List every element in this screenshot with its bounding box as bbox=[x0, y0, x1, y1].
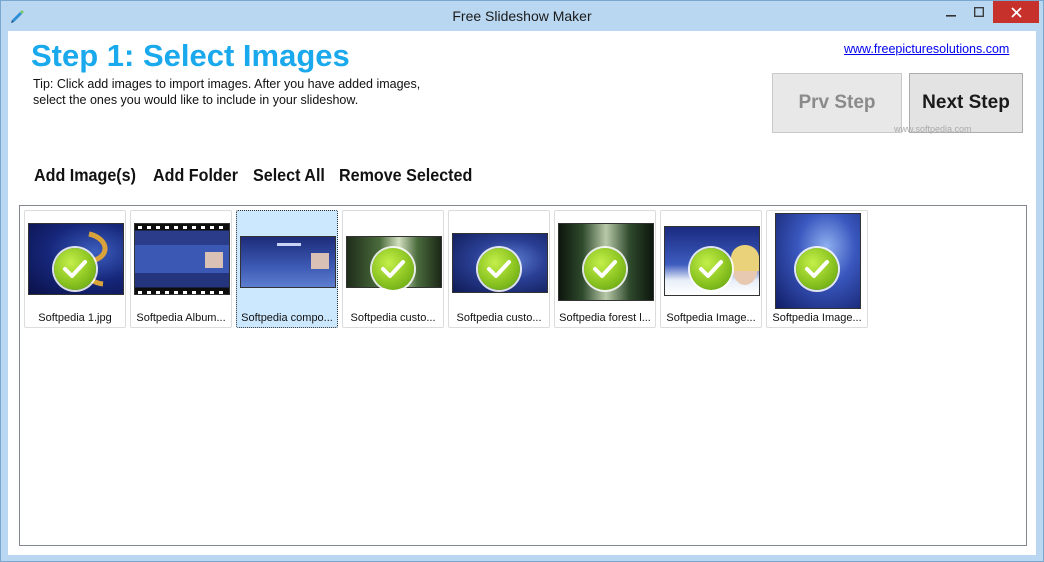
thumbnail-caption: Softpedia 1.jpg bbox=[38, 312, 112, 324]
thumbnail-caption: Softpedia forest l... bbox=[559, 312, 651, 324]
list-item[interactable]: Softpedia forest l... bbox=[554, 210, 656, 328]
prev-step-button[interactable]: Prv Step bbox=[772, 73, 902, 133]
list-item[interactable]: Softpedia custo... bbox=[342, 210, 444, 328]
thumbnail-caption: Softpedia Image... bbox=[772, 312, 862, 324]
thumbnail-grid: Softpedia 1.jpg Softpedia Album... Softp… bbox=[24, 210, 868, 328]
thumbnail-image bbox=[134, 223, 230, 295]
main-panel: Step 1: Select Images Tip: Click add ima… bbox=[8, 31, 1036, 555]
add-folder-button[interactable]: Add Folder bbox=[153, 165, 238, 186]
remove-selected-button[interactable]: Remove Selected bbox=[339, 165, 472, 186]
maximize-button[interactable] bbox=[965, 1, 993, 23]
tip-text: Tip: Click add images to import images. … bbox=[33, 77, 421, 107]
list-item[interactable]: Softpedia Album... bbox=[130, 210, 232, 328]
list-item[interactable]: Softpedia Image... bbox=[660, 210, 762, 328]
list-item[interactable]: Softpedia compo... bbox=[236, 210, 338, 328]
minimize-button[interactable] bbox=[937, 1, 965, 23]
check-icon bbox=[54, 248, 96, 290]
thumbnail-caption: Softpedia compo... bbox=[241, 312, 333, 324]
close-icon bbox=[1010, 6, 1022, 18]
list-item[interactable]: Softpedia 1.jpg bbox=[24, 210, 126, 328]
thumbnail-caption: Softpedia custo... bbox=[350, 312, 436, 324]
thumbnail-image bbox=[240, 236, 336, 288]
select-all-button[interactable]: Select All bbox=[253, 165, 325, 186]
thumbnail-caption: Softpedia Image... bbox=[666, 312, 756, 324]
thumbnail-caption: Softpedia Album... bbox=[136, 312, 226, 324]
watermark: www.softpedia.com bbox=[894, 124, 972, 134]
list-item[interactable]: Softpedia Image... bbox=[766, 210, 868, 328]
window-title: Free Slideshow Maker bbox=[452, 8, 592, 24]
list-item[interactable]: Softpedia custo... bbox=[448, 210, 550, 328]
check-icon bbox=[796, 248, 838, 290]
minimize-icon bbox=[946, 15, 956, 17]
maximize-icon bbox=[974, 7, 984, 17]
close-button[interactable] bbox=[993, 1, 1039, 23]
check-icon bbox=[478, 248, 520, 290]
check-icon bbox=[690, 248, 732, 290]
thumbnail-caption: Softpedia custo... bbox=[456, 312, 542, 324]
title-bar[interactable]: Free Slideshow Maker bbox=[1, 1, 1043, 31]
toolbar: Add Image(s) Add Folder Select All Remov… bbox=[34, 165, 476, 186]
website-link[interactable]: www.freepicturesolutions.com bbox=[844, 42, 1009, 56]
check-icon bbox=[372, 248, 414, 290]
image-list[interactable]: Softpedia 1.jpg Softpedia Album... Softp… bbox=[19, 205, 1027, 546]
add-images-button[interactable]: Add Image(s) bbox=[34, 165, 136, 186]
page-title: Step 1: Select Images bbox=[31, 38, 350, 73]
app-window: Free Slideshow Maker Step 1: Select Imag… bbox=[0, 0, 1044, 562]
check-icon bbox=[584, 248, 626, 290]
